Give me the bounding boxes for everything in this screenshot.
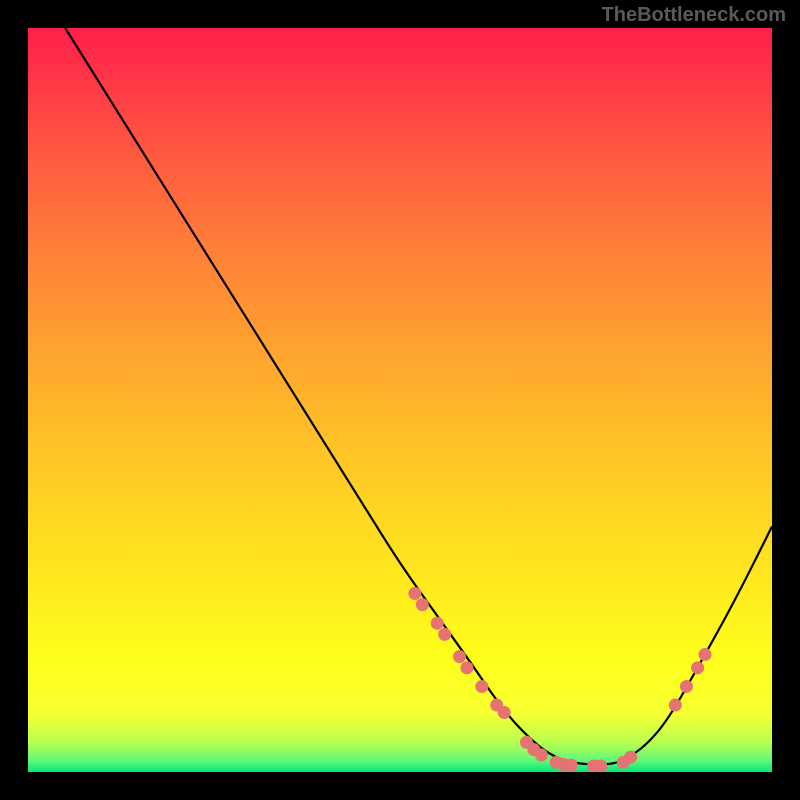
data-marker (691, 661, 704, 674)
data-marker (594, 760, 607, 772)
data-marker (460, 661, 473, 674)
chart-plot-area (28, 28, 772, 772)
data-marker (438, 628, 451, 641)
bottleneck-curve-line (65, 28, 772, 765)
data-marker (416, 598, 429, 611)
attribution-text: TheBottleneck.com (602, 4, 786, 27)
data-marker (498, 706, 511, 719)
data-marker (475, 680, 488, 693)
data-marker (453, 650, 466, 663)
data-marker (680, 680, 693, 693)
data-marker (669, 699, 682, 712)
data-marker (535, 748, 548, 761)
data-markers (408, 587, 711, 772)
data-marker (408, 587, 421, 600)
data-marker (624, 751, 637, 764)
data-marker (699, 648, 712, 661)
data-marker (431, 617, 444, 630)
data-marker (565, 759, 578, 772)
chart-svg (28, 28, 772, 772)
